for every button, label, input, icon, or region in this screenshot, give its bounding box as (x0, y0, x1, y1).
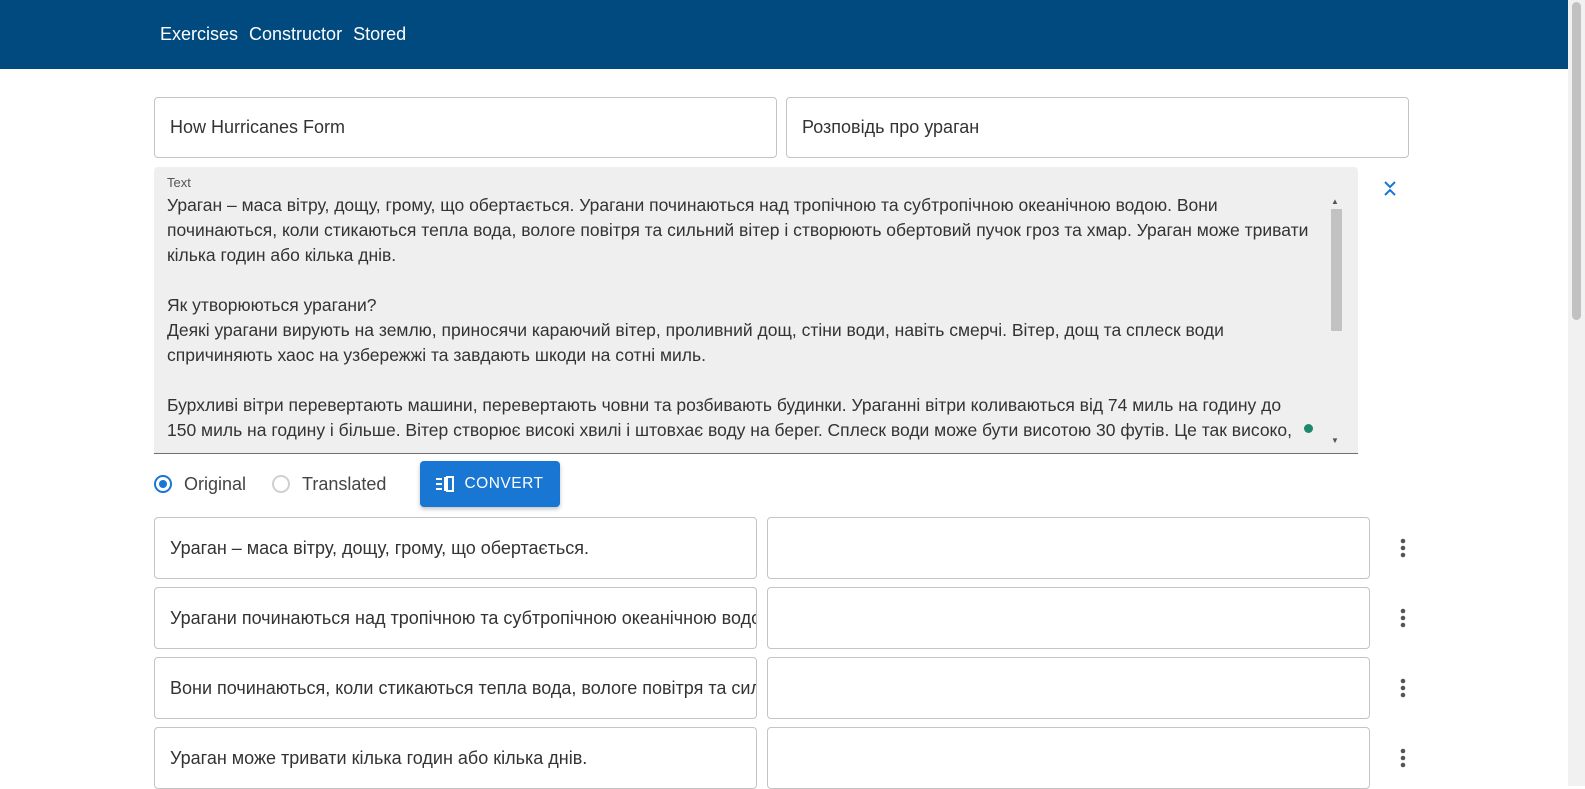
more-vert-icon[interactable] (1393, 676, 1413, 700)
title-original-input[interactable]: How Hurricanes Form (154, 97, 777, 158)
nav-stored[interactable]: Stored (353, 24, 406, 45)
convert-button-label: CONVERT (464, 475, 544, 492)
radio-translated-label: Translated (302, 473, 387, 494)
sentence-translated-input[interactable] (767, 587, 1370, 649)
radio-translated[interactable]: Translated (272, 474, 386, 495)
convert-icon (436, 476, 455, 492)
scroll-up-arrow-icon[interactable]: ▲ (1331, 197, 1339, 206)
more-vert-icon[interactable] (1393, 746, 1413, 770)
radio-checked-icon[interactable] (154, 475, 172, 493)
sentence-translated-input[interactable] (767, 517, 1370, 579)
sentence-original-input[interactable]: Вони починаються, коли стикаються тепла … (154, 657, 757, 719)
radio-unchecked-icon[interactable] (272, 475, 291, 493)
radio-original[interactable]: Original (154, 474, 246, 495)
main-nav: Exercises Constructor Stored (160, 24, 406, 45)
sentence-translated-input[interactable] (767, 727, 1370, 789)
sentence-translated-input[interactable] (767, 657, 1370, 719)
sentence-original-input[interactable]: Ураган – маса вітру, дощу, грому, що обе… (154, 517, 757, 579)
view-mode-radio-group: Original Translated (154, 461, 412, 507)
title-translated-input[interactable]: Розповідь про ураган (786, 97, 1409, 158)
text-area[interactable]: Text Ураган – маса вітру, дощу, грому, щ… (154, 167, 1358, 454)
nav-constructor[interactable]: Constructor (249, 24, 342, 45)
convert-button[interactable]: CONVERT (420, 461, 560, 507)
radio-original-label: Original (184, 473, 247, 494)
nav-exercises[interactable]: Exercises (160, 24, 238, 45)
text-area-scrollbar[interactable]: ▲ ▼ (1329, 197, 1343, 445)
text-area-scrollbar-thumb[interactable] (1331, 209, 1342, 331)
more-vert-icon[interactable] (1393, 606, 1413, 630)
sentence-original-input[interactable]: Ураган може тривати кілька годин або кіл… (154, 727, 757, 789)
sentence-original-input[interactable]: Урагани починаються над тропічною та суб… (154, 587, 757, 649)
page-scrollbar[interactable] (1568, 0, 1585, 786)
scroll-down-arrow-icon[interactable]: ▼ (1331, 436, 1339, 445)
collapse-icon[interactable] (1381, 178, 1399, 200)
text-area-label: Text (167, 175, 191, 190)
more-vert-icon[interactable] (1393, 536, 1413, 560)
status-dot-icon (1304, 424, 1313, 433)
top-app-bar: Exercises Constructor Stored (0, 0, 1568, 69)
text-area-content[interactable]: Ураган – маса вітру, дощу, грому, що обе… (167, 193, 1327, 443)
page-scrollbar-thumb[interactable] (1572, 2, 1581, 320)
